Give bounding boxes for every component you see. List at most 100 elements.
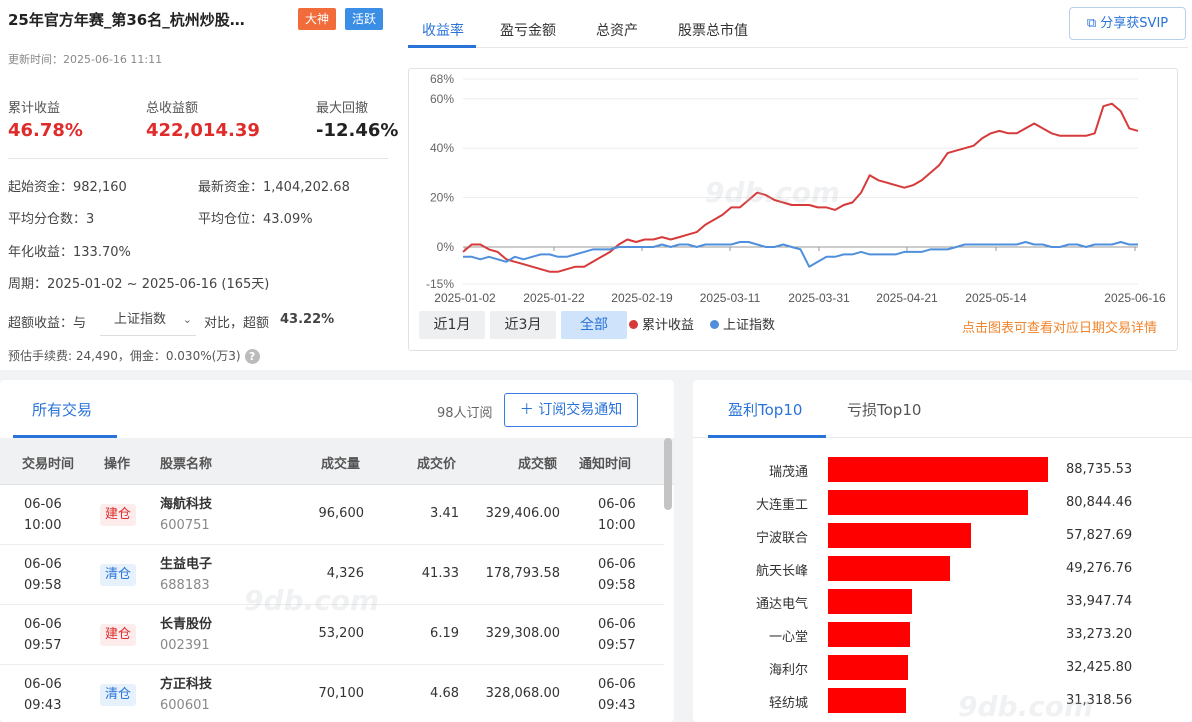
col-price: 成交价 (417, 457, 457, 472)
profit-bar[interactable] (828, 457, 1048, 482)
x-tick-label: 2025-03-31 (788, 291, 850, 305)
range-1m-button[interactable]: 近1月 (419, 311, 485, 339)
legend-dot-red (629, 320, 638, 329)
price: 4.68 (430, 686, 459, 701)
y-tick-label: 0% (437, 240, 455, 254)
benchmark-select-value: 上证指数 (114, 312, 167, 327)
stock-name[interactable]: 海航科技 (160, 494, 212, 515)
bar-label: 一心堂 (768, 630, 808, 645)
stock-cell[interactable]: 生益电子 688183 (160, 554, 212, 596)
profit-bar[interactable] (828, 490, 1028, 515)
return-chart[interactable]: 68% 60% 40% 20% 0% -15%2025-01-02 2025-01-22 20… (0, 0, 1192, 310)
top10-panel: 盈利Top10 亏损Top10 瑞茂通 88,735.53 大连重工 80,844.4… (693, 380, 1192, 722)
trade-date: 06-06 (24, 617, 62, 632)
scrollbar[interactable] (664, 438, 672, 510)
y-tick-label: 40% (430, 141, 454, 155)
profit-bar[interactable] (828, 622, 910, 647)
notify-clock: 09:57 (598, 638, 636, 653)
tab-profit-top10[interactable]: 盈利Top10 (728, 399, 802, 420)
x-tick-label: 2025-04-21 (876, 291, 938, 305)
trade-date: 06-06 (24, 677, 62, 692)
profit-bar[interactable] (828, 655, 908, 680)
x-tick-label: 2025-05-14 (965, 291, 1027, 305)
notify-date: 06-06 (598, 557, 636, 572)
profit-bar[interactable] (828, 589, 912, 614)
legend-cum-return[interactable]: 累计收益 (629, 314, 694, 333)
notify-time: 06-06 09:57 (598, 614, 636, 656)
y-tick-label: 68% (430, 72, 454, 86)
table-row[interactable]: 06-06 09:43 清仓 方正科技 600601 70,100 4.68 328,068.… (0, 665, 664, 722)
col-trade-time: 交易时间 (22, 457, 75, 472)
x-tick-label: 2025-06-16 (1104, 291, 1166, 305)
y-tick-label: -15% (426, 277, 454, 291)
trade-time: 06-06 10:00 (24, 494, 62, 536)
trade-clock: 09:57 (24, 638, 62, 653)
profit-bar[interactable] (828, 556, 950, 581)
stock-name[interactable]: 长青股份 (160, 614, 212, 635)
bar-value: 33,273.20 (1066, 627, 1133, 642)
legend-label-shanghai-index: 上证指数 (723, 318, 776, 333)
stock-cell[interactable]: 长青股份 002391 (160, 614, 212, 656)
operation-badge: 建仓 (100, 624, 136, 646)
subscribe-button[interactable]: ＋ 订阅交易通知 (504, 393, 638, 427)
stock-cell[interactable]: 方正科技 600601 (160, 674, 212, 716)
profit-bar[interactable] (828, 523, 971, 548)
profit-bar[interactable] (828, 688, 906, 713)
y-tick-label: 60% (430, 92, 454, 106)
stock-code: 600751 (160, 518, 210, 533)
stock-cell[interactable]: 海航科技 600751 (160, 494, 212, 536)
legend-label-cum-return: 累计收益 (642, 318, 695, 333)
price: 3.41 (430, 506, 459, 521)
price: 41.33 (421, 566, 459, 581)
bar-value: 80,844.46 (1066, 495, 1133, 510)
table-header: 交易时间 操作 股票名称 成交量 成交价 成交额 通知时间 (0, 438, 674, 485)
trade-clock: 10:00 (24, 518, 62, 533)
volume: 70,100 (318, 686, 365, 701)
operation-badge: 清仓 (100, 564, 136, 586)
stock-name[interactable]: 方正科技 (160, 674, 212, 695)
legend-shanghai-index[interactable]: 上证指数 (710, 314, 775, 333)
amount: 178,793.58 (485, 566, 560, 581)
notify-date: 06-06 (598, 497, 636, 512)
table-row[interactable]: 06-06 10:00 建仓 海航科技 600751 96,600 3.41 329,406.… (0, 485, 664, 545)
series-line-shanghai-index (463, 241, 1138, 268)
excess-mid: 对比，超额 (204, 316, 270, 331)
trades-panel: 所有交易 98人订阅 ＋ 订阅交易通知 交易时间 操作 股票名称 成交量 成交价… (0, 380, 674, 722)
x-tick-label: 2025-01-02 (434, 291, 496, 305)
bar-value: 49,276.76 (1066, 561, 1133, 576)
col-volume: 成交量 (321, 457, 361, 472)
bar-label: 海利尔 (768, 663, 808, 678)
bar-value: 88,735.53 (1066, 462, 1133, 477)
notify-clock: 09:58 (598, 578, 636, 593)
volume: 96,600 (318, 506, 365, 521)
trade-date: 06-06 (24, 497, 62, 512)
stock-code: 600601 (160, 698, 210, 713)
excess-value: 43.22% (280, 312, 335, 327)
chevron-down-icon: ⌄ (182, 313, 192, 326)
watermark: 9db.com (958, 690, 1094, 722)
col-amount: 成交额 (518, 457, 558, 472)
stock-code: 688183 (160, 578, 210, 593)
benchmark-select[interactable]: 上证指数 ⌄ (100, 306, 196, 336)
x-tick-label: 2025-03-11 (700, 291, 761, 305)
legend-dot-blue (710, 320, 719, 329)
notify-date: 06-06 (598, 617, 636, 632)
x-tick-label: 2025-01-22 (523, 291, 585, 305)
col-operation: 操作 (104, 457, 131, 472)
tab-all-trades[interactable]: 所有交易 (32, 399, 92, 420)
help-icon[interactable]: ? (244, 349, 260, 364)
bar-value: 32,425.80 (1066, 660, 1133, 675)
range-3m-button[interactable]: 近3月 (490, 311, 556, 339)
price: 6.19 (430, 626, 459, 641)
col-stock-name: 股票名称 (160, 457, 213, 472)
range-all-button[interactable]: 全部 (561, 311, 627, 339)
notify-time: 06-06 10:00 (598, 494, 636, 536)
amount: 329,406.00 (485, 506, 560, 521)
excess-prefix: 超额收益：与 (8, 316, 87, 331)
amount: 328,068.00 (485, 686, 560, 701)
tab-loss-top10[interactable]: 亏损Top10 (847, 399, 921, 420)
trade-clock: 09:58 (24, 578, 62, 593)
col-notify-time: 通知时间 (579, 457, 632, 472)
trade-date: 06-06 (24, 557, 62, 572)
stock-name[interactable]: 生益电子 (160, 554, 212, 575)
